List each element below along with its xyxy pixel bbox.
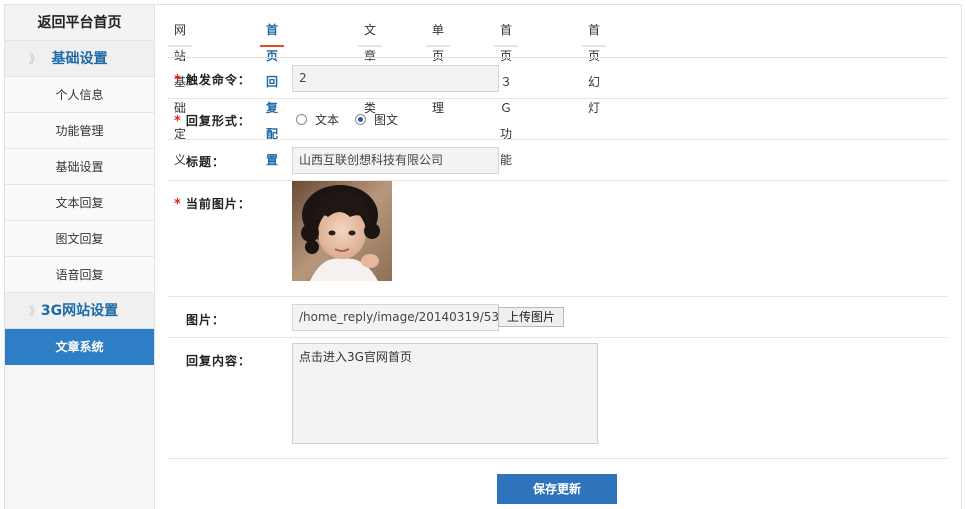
required-marker: * xyxy=(174,73,182,88)
sidebar-group-label: 3G网站设置 xyxy=(40,303,119,319)
reply-type-image-text-label[interactable]: 图文 xyxy=(374,111,398,128)
sidebar-item-personal-info[interactable]: 个人信息 xyxy=(5,77,154,113)
trigger-command-label: * 触发命令： xyxy=(174,71,251,88)
row-divider xyxy=(168,296,948,297)
reply-type-radio-group: 文本 图文 xyxy=(296,111,414,127)
reply-type-label: * 回复形式： xyxy=(174,112,251,129)
required-marker: * xyxy=(174,114,182,129)
child-photo-image xyxy=(292,181,392,281)
required-marker: * xyxy=(174,197,182,212)
back-to-platform-home-link[interactable]: 返回平台首页 xyxy=(5,5,154,41)
current-image-label-text: 当前图片： xyxy=(185,197,251,211)
sidebar-group-3g-site-settings[interactable]: 》 3G网站设置 xyxy=(5,293,154,329)
tab-home-reply-config[interactable]: 首页回复配置 xyxy=(260,17,285,167)
sidebar-group-label: 基础设置 xyxy=(51,51,108,67)
tab-divider xyxy=(168,57,948,58)
trigger-command-input[interactable]: 2 xyxy=(292,65,499,92)
chevron-right-icon: 》 xyxy=(29,304,42,318)
reply-type-text-label[interactable]: 文本 xyxy=(315,111,339,128)
row-divider xyxy=(168,139,948,140)
reply-content-textarea[interactable]: 点击进入3G官网首页 xyxy=(292,343,598,444)
row-divider xyxy=(168,458,948,459)
sidebar-item-basic-settings[interactable]: 基础设置 xyxy=(5,149,154,185)
title-label: 标题： xyxy=(186,155,226,169)
sidebar-group-basic-settings[interactable]: 》 基础设置 xyxy=(5,41,154,77)
tab-article-category[interactable]: 文章分类 xyxy=(358,17,383,115)
current-image-label: * 当前图片： xyxy=(174,195,251,212)
chevron-right-icon: 》 xyxy=(29,52,42,66)
sidebar-item-article-system[interactable]: 文章系统 xyxy=(5,329,154,365)
sidebar-item-image-text-reply[interactable]: 图文回复 xyxy=(5,221,154,257)
row-divider xyxy=(168,337,948,338)
tab-home-3g-function[interactable]: 首页３Ｇ功能 xyxy=(494,17,519,167)
image-label: 图片： xyxy=(186,313,226,327)
reply-type-label-text: 回复形式： xyxy=(185,114,251,128)
save-update-button[interactable]: 保存更新 xyxy=(497,474,617,504)
sidebar-item-function-management[interactable]: 功能管理 xyxy=(5,113,154,149)
trigger-command-label-text: 触发命令： xyxy=(185,73,251,87)
tab-home-slideshow[interactable]: 首页幻灯 xyxy=(582,17,607,115)
reply-content-label: 回复内容： xyxy=(186,354,252,368)
sidebar-item-voice-reply[interactable]: 语音回复 xyxy=(5,257,154,293)
tab-single-page-management[interactable]: 单页管理 xyxy=(426,17,451,115)
upload-image-button[interactable]: 上传图片 xyxy=(498,307,565,327)
reply-type-text-radio[interactable] xyxy=(296,113,307,125)
tab-site-basic-definition[interactable]: 网站基础定义 xyxy=(168,17,193,167)
sidebar-item-text-reply[interactable]: 文本回复 xyxy=(5,185,154,221)
title-input[interactable]: 山西互联创想科技有限公司 xyxy=(292,147,499,174)
sidebar: 返回平台首页 》 基础设置 个人信息 功能管理 基础设置 文本回复 图文回复 语… xyxy=(4,4,155,509)
reply-type-image-text-radio[interactable] xyxy=(355,113,367,125)
row-divider xyxy=(168,180,948,181)
current-image-preview xyxy=(292,181,392,281)
image-path-input[interactable]: /home_reply/image/20140319/5329 xyxy=(292,304,499,331)
row-divider xyxy=(168,98,948,99)
main-panel: 网站基础定义 首页回复配置 文章分类 单页管理 首页３Ｇ功能 首页幻灯 *触发命… xyxy=(156,4,962,509)
